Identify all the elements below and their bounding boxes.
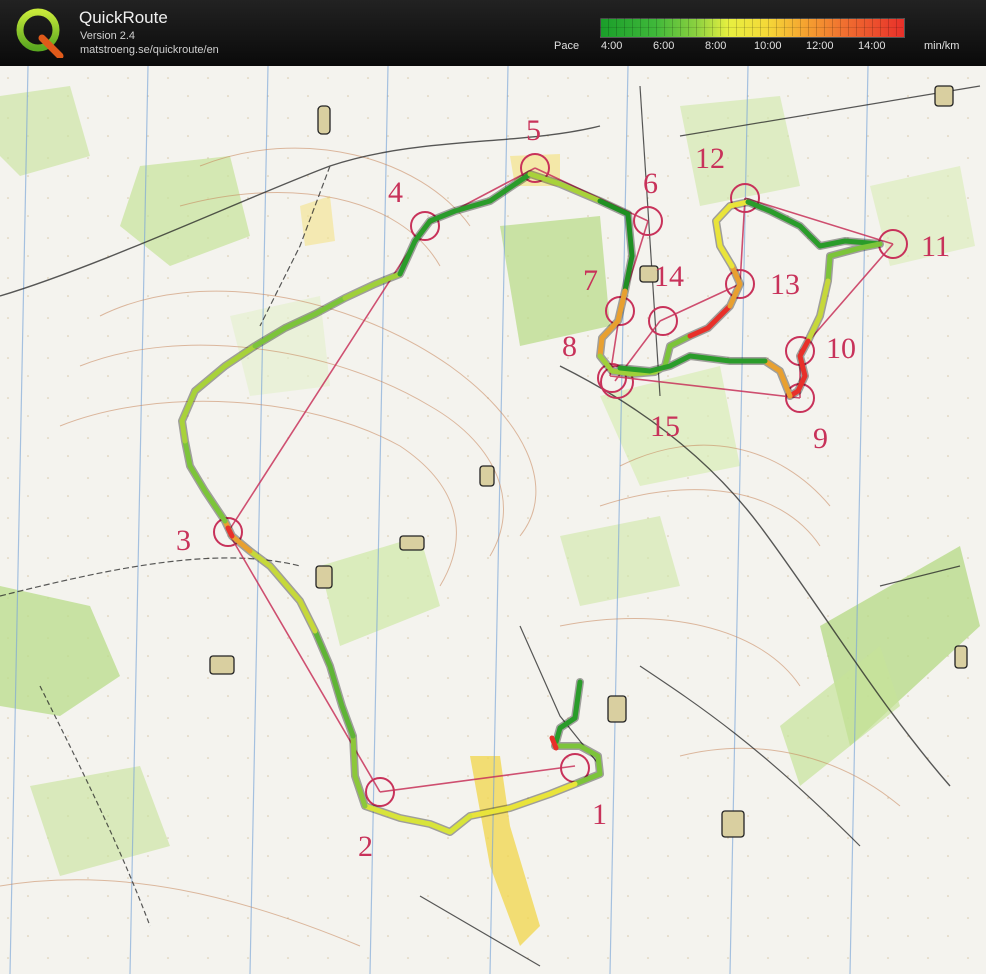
- pace-tick: 4:00: [601, 40, 623, 52]
- control-number-8: 8: [562, 330, 577, 363]
- quickroute-logo-icon: [16, 8, 64, 58]
- pace-tick: 14:00: [858, 40, 886, 52]
- control-number-4: 4: [388, 176, 403, 209]
- app-header: QuickRoute Version 2.4 matstroeng.se/qui…: [0, 0, 986, 66]
- control-number-6: 6: [643, 167, 658, 200]
- control-number-12: 12: [695, 142, 725, 175]
- pace-label: Pace: [554, 40, 580, 52]
- pace-tick: 12:00: [806, 40, 834, 52]
- control-number-3: 3: [176, 524, 191, 557]
- app-url[interactable]: matstroeng.se/quickroute/en: [80, 44, 219, 56]
- pace-tick: 6:00: [653, 40, 675, 52]
- control-number-5: 5: [526, 114, 541, 147]
- control-number-11: 11: [921, 230, 950, 263]
- orienteering-map[interactable]: 1 2 3 4 5 6 7 8 9 10 11 12 13 14 15: [0, 66, 986, 974]
- control-number-14: 14: [654, 260, 684, 293]
- control-number-1: 1: [592, 798, 607, 831]
- pace-unit: min/km: [924, 40, 960, 52]
- app-version: Version 2.4: [80, 30, 136, 42]
- pace-tick: 10:00: [754, 40, 782, 52]
- control-number-10: 10: [826, 332, 856, 365]
- control-number-13: 13: [770, 268, 800, 301]
- control-number-9: 9: [813, 422, 828, 455]
- control-number-2: 2: [358, 830, 373, 863]
- control-number-7: 7: [583, 264, 598, 297]
- control-number-15: 15: [650, 410, 680, 443]
- pace-tick: 8:00: [705, 40, 727, 52]
- app-title: QuickRoute: [79, 8, 168, 27]
- pace-scale-grid: [600, 18, 903, 36]
